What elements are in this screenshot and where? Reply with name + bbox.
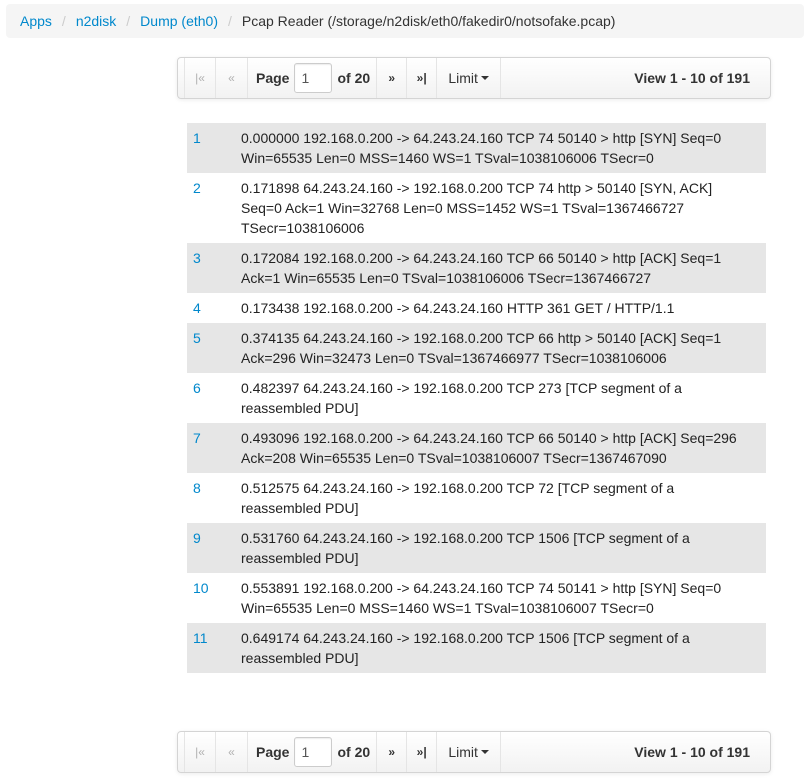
breadcrumb-separator: / (126, 13, 131, 29)
packet-summary: 0.171898 64.243.24.160 -> 192.168.0.200 … (241, 180, 713, 236)
page-selector: Page of 20 (248, 58, 378, 98)
packet-number-link[interactable]: 4 (193, 300, 201, 316)
packet-summary: 0.000000 192.168.0.200 -> 64.243.24.160 … (241, 130, 722, 166)
packet-list: 1 0.000000 192.168.0.200 -> 64.243.24.160… (187, 123, 766, 673)
packet-number-link[interactable]: 7 (193, 430, 201, 446)
limit-label: Limit (448, 744, 478, 760)
limit-label: Limit (448, 70, 478, 86)
packet-number-link[interactable]: 8 (193, 480, 201, 496)
first-page-button[interactable]: |« (184, 732, 216, 772)
page-label: Page (256, 744, 290, 760)
packet-number-link[interactable]: 6 (193, 380, 201, 396)
packet-row: 4 0.173438 192.168.0.200 -> 64.243.24.160… (187, 293, 766, 323)
breadcrumb: Apps / n2disk / Dump (eth0) / Pcap Reade… (6, 4, 804, 38)
packet-number-cell: 6 (193, 378, 241, 418)
packet-number-cell: 10 (193, 578, 241, 618)
packet-number-cell: 3 (193, 248, 241, 288)
packet-row: 5 0.374135 64.243.24.160 -> 192.168.0.200… (187, 323, 766, 373)
page-count-label: of 20 (337, 744, 371, 760)
page-input[interactable] (294, 737, 333, 767)
packet-summary: 0.531760 64.243.24.160 -> 192.168.0.200 … (241, 530, 690, 566)
packet-row: 6 0.482397 64.243.24.160 -> 192.168.0.200… (187, 373, 766, 423)
view-range-label: View 1 - 10 of 191 (634, 744, 750, 760)
packet-number-link[interactable]: 9 (193, 530, 201, 546)
breadcrumb-separator: / (61, 13, 66, 29)
packet-summary: 0.493096 192.168.0.200 -> 64.243.24.160 … (241, 430, 737, 466)
packet-number-cell: 7 (193, 428, 241, 468)
packet-row: 7 0.493096 192.168.0.200 -> 64.243.24.160… (187, 423, 766, 473)
packet-summary: 0.374135 64.243.24.160 -> 192.168.0.200 … (241, 330, 722, 366)
packet-number-link[interactable]: 3 (193, 250, 201, 266)
view-range-label: View 1 - 10 of 191 (634, 70, 750, 86)
page-input[interactable] (294, 63, 333, 93)
packet-summary: 0.173438 192.168.0.200 -> 64.243.24.160 … (241, 300, 675, 316)
prev-page-button[interactable]: « (216, 58, 248, 98)
packet-number-link[interactable]: 11 (193, 630, 208, 646)
packet-number-cell: 2 (193, 178, 241, 238)
packet-number-cell: 1 (193, 128, 241, 168)
last-page-button[interactable]: »| (407, 732, 438, 772)
packet-number-link[interactable]: 5 (193, 330, 201, 346)
prev-page-button[interactable]: « (216, 732, 248, 772)
packet-summary: 0.649174 64.243.24.160 -> 192.168.0.200 … (241, 630, 690, 666)
breadcrumb-link-apps[interactable]: Apps (20, 13, 52, 29)
packet-number-cell: 8 (193, 478, 241, 518)
next-page-button[interactable]: » (377, 732, 408, 772)
packet-row: 11 0.649174 64.243.24.160 -> 192.168.0.20… (187, 623, 766, 673)
packet-summary: 0.172084 192.168.0.200 -> 64.243.24.160 … (241, 250, 722, 286)
packet-row: 10 0.553891 192.168.0.200 -> 64.243.24.16… (187, 573, 766, 623)
packet-number-cell: 5 (193, 328, 241, 368)
packet-summary: 0.512575 64.243.24.160 -> 192.168.0.200 … (241, 480, 675, 516)
first-page-button[interactable]: |« (184, 58, 216, 98)
packet-row: 2 0.171898 64.243.24.160 -> 192.168.0.200… (187, 173, 766, 243)
packet-number-link[interactable]: 10 (193, 580, 209, 596)
packet-number-cell: 4 (193, 298, 241, 318)
packet-row: 1 0.000000 192.168.0.200 -> 64.243.24.160… (187, 123, 766, 173)
breadcrumb-separator: / (227, 13, 232, 29)
caret-down-icon (480, 750, 489, 754)
packet-number-link[interactable]: 1 (193, 130, 201, 146)
packet-number-link[interactable]: 2 (193, 180, 201, 196)
page-count-label: of 20 (337, 70, 371, 86)
breadcrumb-current: Pcap Reader (/storage/n2disk/eth0/fakedi… (241, 13, 616, 29)
page-selector: Page of 20 (248, 732, 378, 772)
pagination-top: |« « Page of 20 » »| Limit View 1 - 10 o… (177, 57, 771, 99)
limit-dropdown[interactable]: Limit (437, 732, 502, 772)
breadcrumb-link-n2disk[interactable]: n2disk (76, 13, 116, 29)
packet-row: 8 0.512575 64.243.24.160 -> 192.168.0.200… (187, 473, 766, 523)
caret-down-icon (480, 76, 489, 80)
packet-number-cell: 11 (193, 628, 241, 668)
next-page-button[interactable]: » (377, 58, 408, 98)
packet-row: 9 0.531760 64.243.24.160 -> 192.168.0.200… (187, 523, 766, 573)
packet-summary: 0.553891 192.168.0.200 -> 64.243.24.160 … (241, 580, 722, 616)
packet-summary: 0.482397 64.243.24.160 -> 192.168.0.200 … (241, 380, 682, 416)
last-page-button[interactable]: »| (407, 58, 438, 98)
packet-number-cell: 9 (193, 528, 241, 568)
pagination-bottom: |« « Page of 20 » »| Limit View 1 - 10 o… (177, 731, 771, 773)
limit-dropdown[interactable]: Limit (437, 58, 502, 98)
breadcrumb-link-dump[interactable]: Dump (eth0) (140, 13, 218, 29)
packet-row: 3 0.172084 192.168.0.200 -> 64.243.24.160… (187, 243, 766, 293)
page-label: Page (256, 70, 290, 86)
